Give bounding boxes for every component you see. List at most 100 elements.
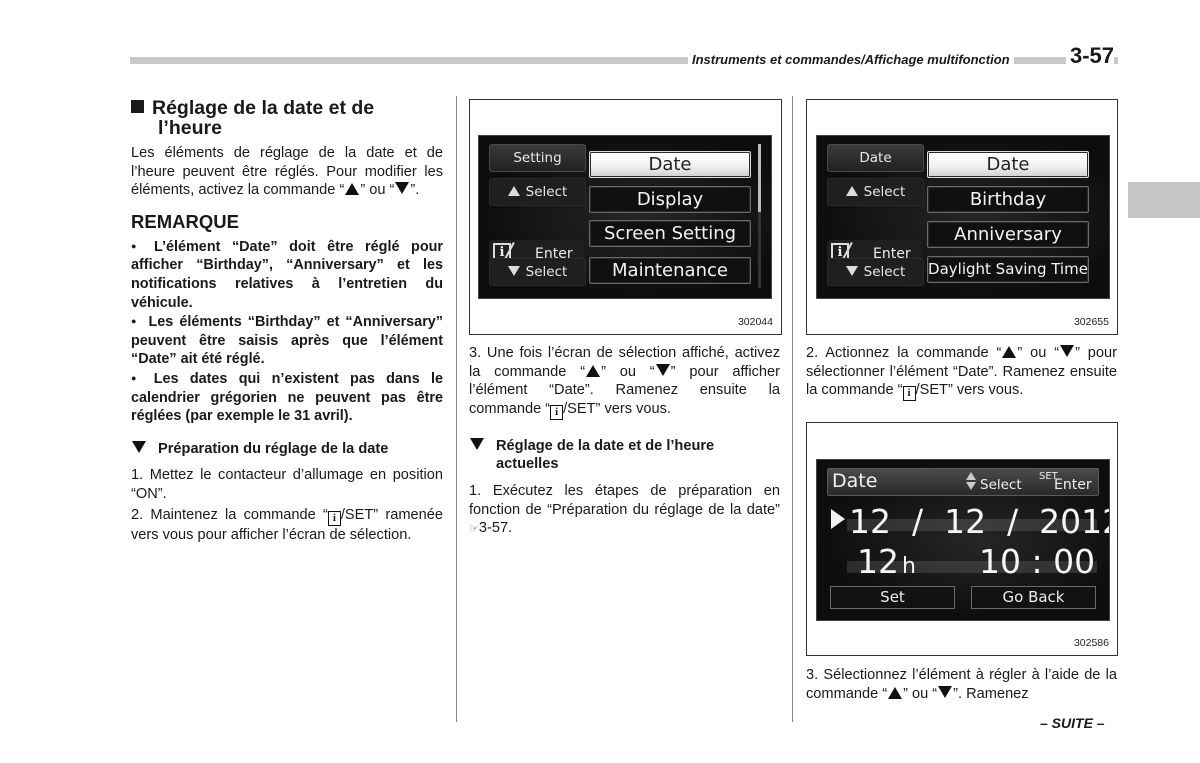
down-arrow-icon: [395, 182, 410, 195]
step-text: 1. Exécutez les étapes de préparation en…: [469, 482, 780, 518]
note-text: L’élément “Date” doit être réglé pour af…: [131, 238, 443, 311]
step-2: 2. Actionnez la commande “” ou “” pour s…: [806, 344, 1117, 402]
bullet-icon: ●: [131, 316, 139, 327]
info-icon: i: [327, 510, 341, 526]
cursor-pointer-icon: [831, 509, 845, 529]
select-down-hint: Select: [827, 258, 924, 286]
step-text: ” ou “: [903, 685, 938, 702]
step-3: 3. Une fois l’écran de sélection affiché…: [469, 344, 780, 420]
intro-text: ”.: [410, 182, 420, 199]
note-item: ● L’élément “Date” doit être réglé pour a…: [131, 237, 443, 312]
down-arrow-icon: [938, 685, 953, 698]
figure-caption: 302586: [1073, 637, 1109, 649]
display-screen: Setting Select i SET Enter Select Date D…: [478, 135, 772, 299]
column-divider: [456, 96, 457, 722]
select-up-hint: Select: [827, 178, 924, 206]
set-button[interactable]: Set: [830, 586, 955, 609]
scrollbar[interactable]: [758, 144, 761, 288]
running-header: Instruments et commandes/Affichage multi…: [688, 52, 1014, 67]
menu-item-maintenance[interactable]: Maintenance: [589, 257, 751, 284]
figure-setting-menu: Setting Select i SET Enter Select Date D…: [469, 99, 782, 335]
column-3-step-3: 3. Sélectionnez l’élément à régler à l’a…: [806, 666, 1117, 703]
down-arrow-icon: [1060, 345, 1075, 357]
date-value: 12 / 12 / 2012: [849, 502, 1110, 541]
up-arrow-icon: [888, 686, 903, 699]
setting-header-button: Setting: [489, 144, 586, 172]
select-down-hint: Select: [489, 258, 586, 286]
up-arrow-icon: [507, 186, 520, 196]
menu-item-display[interactable]: Display: [589, 186, 751, 213]
column-3-step-2: 2. Actionnez la commande “” ou “” pour s…: [806, 344, 1117, 402]
down-arrow-icon: [655, 363, 670, 376]
section-title-line2: l’heure: [158, 117, 222, 139]
page-reference[interactable]: 3-57.: [479, 520, 512, 536]
display-screen: Date Select i SET Enter Select Date Birt…: [816, 135, 1110, 299]
menu-item-date[interactable]: Date: [589, 151, 751, 178]
hint-label: Select: [863, 184, 906, 200]
info-icon: i: [550, 404, 564, 420]
intro-paragraph: Les éléments de réglage de la date et de…: [131, 144, 443, 200]
step-2: 2. Maintenez la commande “i/SET” ramenée…: [131, 506, 443, 545]
step-1: 1. Exécutez les étapes de préparation en…: [469, 482, 780, 539]
hint-label: Select: [863, 264, 906, 280]
square-bullet-icon: [131, 100, 144, 113]
page-reference-icon: ☞: [469, 523, 479, 536]
remarque-title: REMARQUE: [131, 210, 239, 232]
screen-title: Date: [832, 470, 878, 492]
column-divider: [792, 96, 793, 722]
step-text: ”. Ramenez: [953, 685, 1029, 702]
column-2-text: 3. Une fois l’écran de sélection affiché…: [469, 344, 780, 539]
column-1: Réglage de la date et de l’heure Les élé…: [131, 98, 443, 544]
menu-item-anniversary[interactable]: Anniversary: [927, 221, 1089, 248]
continued-label: – SUITE –: [1040, 715, 1105, 731]
go-back-button[interactable]: Go Back: [971, 586, 1096, 609]
hour-mode-field[interactable]: 12 h: [857, 542, 916, 581]
bullet-icon: ●: [131, 372, 144, 383]
time-field[interactable]: 10 : 00: [979, 542, 1095, 581]
enter-hint: Enter: [1054, 477, 1092, 493]
menu-item-birthday[interactable]: Birthday: [927, 186, 1089, 213]
hour-unit: h: [902, 554, 916, 579]
bullet-icon: ●: [131, 240, 145, 251]
subsection-title-text: Préparation du réglage de la date: [158, 440, 389, 457]
hint-label: Select: [525, 264, 568, 280]
subsection-title-text: Réglage de la date et de l’heure actuell…: [496, 437, 715, 473]
down-triangle-icon: [132, 440, 146, 453]
chapter-tab: [1128, 182, 1200, 218]
section-title: Réglage de la date et de l’heure: [131, 98, 443, 138]
down-arrow-icon: [845, 266, 858, 276]
figure-date-time-setting: Date Select SET Enter 12 / 12 / 2012 12 h…: [806, 422, 1118, 656]
note-item: ● Les dates qui n’existent pas dans le ca…: [131, 369, 443, 426]
display-screen: Date Select SET Enter 12 / 12 / 2012 12 h…: [816, 459, 1110, 621]
note-item: ● Les éléments “Birthday” et “Anniversary…: [131, 312, 443, 369]
hour-mode-value: 12: [857, 542, 899, 581]
step-text: 2. Maintenez la commande “: [131, 506, 328, 523]
step-text: 2. Actionnez la commande “: [806, 345, 1002, 361]
figure-caption: 302044: [737, 316, 773, 328]
step-text: /SET” vers vous.: [563, 400, 671, 417]
intro-text: ” ou “: [360, 182, 395, 199]
step-text: ” ou “: [601, 363, 655, 380]
section-title-line1: Réglage de la date et de: [152, 97, 375, 119]
page-number: 3-57: [1066, 43, 1115, 69]
up-arrow-icon: [345, 183, 360, 196]
step-text: ” ou “: [1017, 345, 1060, 361]
select-up-hint: Select: [489, 178, 586, 206]
subsection-title: Préparation du réglage de la date: [131, 440, 443, 459]
info-icon: i: [902, 386, 916, 402]
down-arrow-icon: [507, 266, 520, 276]
menu-item-screen-setting[interactable]: Screen Setting: [589, 220, 751, 247]
scrollbar-thumb[interactable]: [758, 144, 761, 212]
figure-date-menu: Date Select i SET Enter Select Date Birt…: [806, 99, 1118, 335]
up-arrow-icon: [1002, 346, 1017, 358]
date-field[interactable]: 12 / 12 / 2012: [831, 502, 1110, 541]
hint-label: Select: [525, 184, 568, 200]
step-3: 3. Sélectionnez l’élément à régler à l’a…: [806, 666, 1117, 703]
notes-list: ● L’élément “Date” doit être réglé pour a…: [131, 237, 443, 426]
step-1: 1. Mettez le contacteur d’allumage en po…: [131, 467, 443, 502]
menu-item-date[interactable]: Date: [927, 151, 1089, 178]
select-hint: Select: [980, 477, 1022, 493]
up-arrow-icon: [586, 364, 601, 377]
up-down-arrow-icon: [966, 472, 978, 492]
menu-item-daylight-saving-time[interactable]: Daylight Saving Time: [927, 256, 1089, 283]
